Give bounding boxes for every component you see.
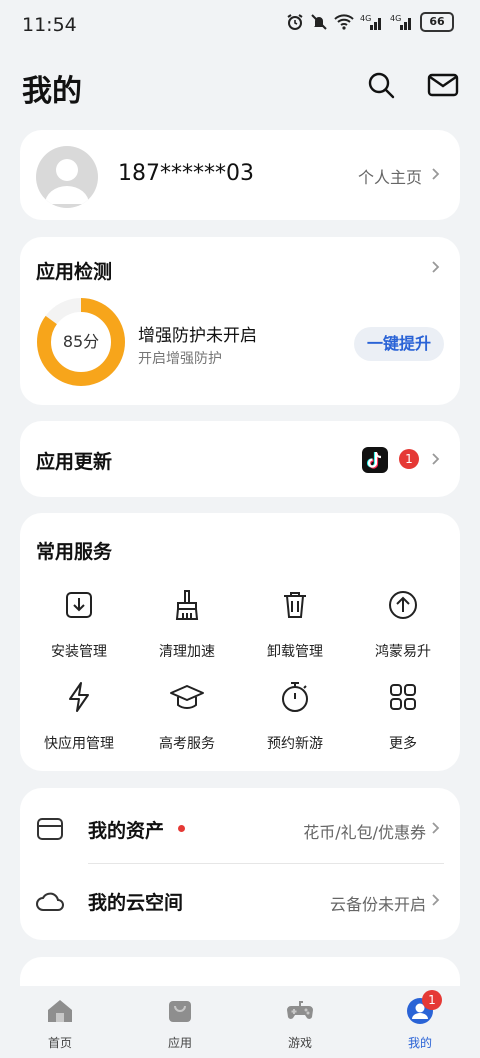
status-bar: 11:54 4G 4G 66 (0, 0, 480, 50)
page-header: 我的 (0, 60, 480, 110)
battery-indicator: 66 (420, 12, 454, 32)
status-icons: 4G 4G 66 (286, 12, 454, 32)
app-update-card[interactable]: 应用更新 1 (20, 421, 460, 497)
cloud-space-detail: 云备份未开启 (329, 895, 426, 914)
signal-4g-icon: 4G (360, 14, 381, 30)
score-value: 85分 (62, 332, 100, 351)
cloud-icon (36, 892, 64, 911)
notification-dot (178, 825, 185, 832)
search-icon[interactable] (364, 68, 398, 102)
tab-label: 我的 (407, 1036, 432, 1050)
service-label: 高考服务 (159, 736, 215, 752)
service-uninstall[interactable]: 卸载管理 (240, 587, 350, 661)
service-install[interactable]: 安装管理 (24, 587, 134, 661)
page-title: 我的 (22, 74, 82, 109)
service-gaokao[interactable]: 高考服务 (132, 679, 242, 753)
wallet-icon (37, 818, 63, 840)
service-label: 预约新游 (267, 736, 323, 752)
status-time: 11:54 (22, 14, 77, 36)
cloud-space-row[interactable]: 我的云空间 云备份未开启 (20, 864, 460, 940)
service-label: 快应用管理 (44, 736, 114, 752)
broom-icon (175, 590, 199, 620)
update-count-badge: 1 (399, 449, 419, 469)
avatar[interactable] (36, 146, 98, 208)
tiktok-app-icon (362, 447, 388, 473)
service-more[interactable]: 更多 (348, 679, 458, 753)
chevron-right-icon (432, 894, 440, 906)
me-badge: 1 (422, 990, 442, 1010)
chevron-right-icon (432, 168, 440, 180)
services-title: 常用服务 (36, 541, 113, 563)
cloud-space-title: 我的云空间 (88, 892, 184, 914)
service-quick-app[interactable]: 快应用管理 (24, 679, 134, 753)
service-label: 鸿蒙易升 (375, 644, 431, 660)
service-label: 清理加速 (159, 644, 215, 660)
app-check-card[interactable]: 应用检测 85分 增强防护未开启 开启增强防护 一键提升 (20, 237, 460, 405)
graduation-cap-icon (170, 685, 204, 709)
chevron-right-icon (432, 822, 440, 834)
stopwatch-icon (282, 682, 308, 712)
chevron-right-icon (432, 453, 440, 465)
grid-icon (390, 684, 416, 710)
assets-card: 我的资产 花币/礼包/优惠券 我的云空间 云备份未开启 (20, 788, 460, 940)
service-clean[interactable]: 清理加速 (132, 587, 242, 661)
assets-title: 我的资产 (88, 820, 165, 842)
wifi-icon (334, 14, 354, 30)
svg-text:4G: 4G (360, 14, 371, 23)
tab-label: 游戏 (287, 1036, 312, 1050)
profile-card[interactable]: 187******03 个人主页 (20, 130, 460, 220)
service-label: 安装管理 (51, 644, 107, 660)
upgrade-icon (389, 591, 417, 619)
mute-icon (311, 14, 327, 30)
tab-home[interactable]: 首页 (20, 996, 100, 1051)
protection-status: 增强防护未开启 (138, 326, 257, 346)
user-icon (45, 159, 89, 204)
signal-4g-icon-2: 4G (390, 14, 411, 30)
bottom-tab-bar: 首页 应用 游戏 我的 1 (0, 986, 480, 1058)
alarm-icon (287, 14, 303, 30)
svg-text:4G: 4G (390, 14, 401, 23)
mail-icon[interactable] (426, 68, 460, 102)
service-reserve-games[interactable]: 预约新游 (240, 679, 350, 753)
tab-me[interactable]: 我的 1 (380, 990, 460, 1051)
lightning-icon (69, 682, 89, 712)
shopping-bag-icon (169, 1001, 191, 1022)
protection-hint: 开启增强防护 (138, 351, 222, 367)
app-update-title: 应用更新 (36, 451, 113, 473)
service-label: 更多 (389, 736, 417, 752)
app-check-title: 应用检测 (36, 261, 113, 283)
tab-apps[interactable]: 应用 (140, 996, 220, 1051)
phone-number: 187******03 (118, 161, 254, 186)
boost-button[interactable]: 一键提升 (354, 327, 444, 361)
homepage-link[interactable]: 个人主页 (358, 164, 422, 188)
tab-label: 首页 (47, 1036, 72, 1050)
home-icon (48, 1000, 72, 1022)
service-harmony-upgrade[interactable]: 鸿蒙易升 (348, 587, 458, 661)
gamepad-icon (287, 1001, 313, 1019)
tab-games[interactable]: 游戏 (260, 996, 340, 1051)
service-label: 卸载管理 (267, 644, 323, 660)
assets-detail: 花币/礼包/优惠券 (303, 823, 426, 842)
tab-label: 应用 (167, 1036, 192, 1050)
trash-icon (284, 592, 306, 618)
assets-row[interactable]: 我的资产 花币/礼包/优惠券 (20, 788, 460, 864)
chevron-right-icon[interactable] (430, 261, 442, 273)
install-icon (66, 592, 92, 618)
services-card: 常用服务 安装管理 清理加速 卸载管理 鸿蒙易升 快应用管理 高考服务 预约新游… (20, 513, 460, 771)
